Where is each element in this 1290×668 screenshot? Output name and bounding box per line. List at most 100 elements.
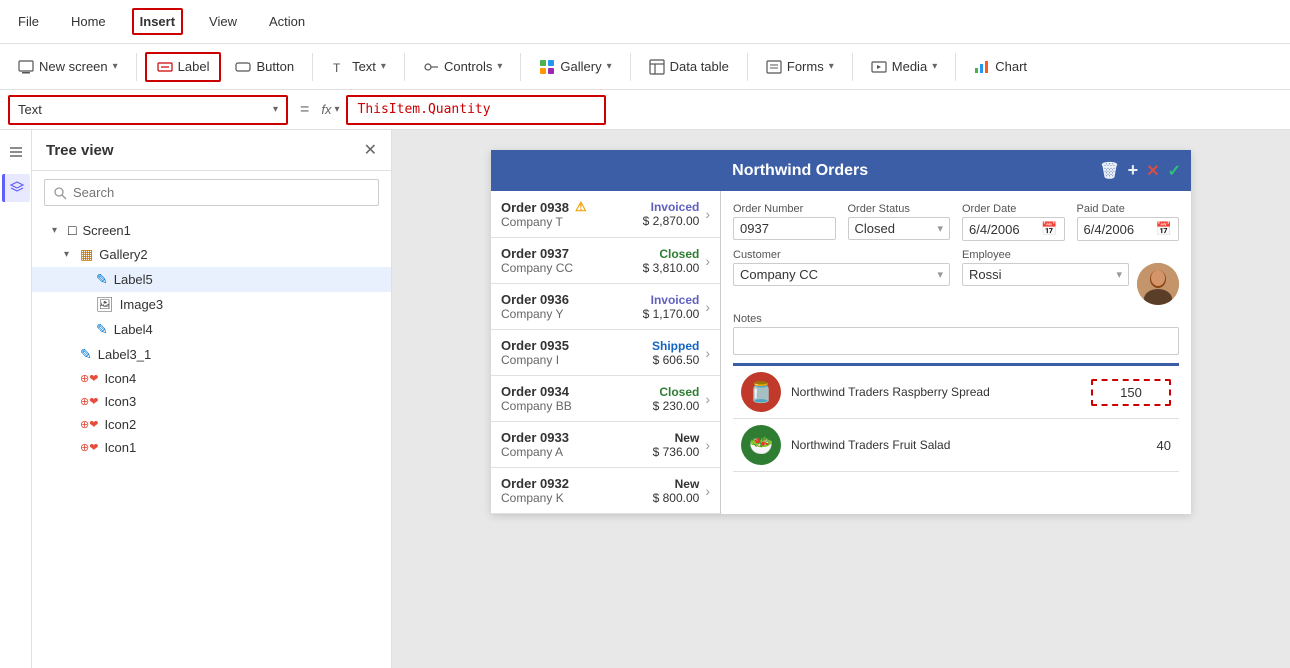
tree-item-label5[interactable]: ✎ Label5 (32, 267, 391, 292)
gallery-item-0937[interactable]: Order 0937 Company CC Closed $ 3,810.00 … (491, 238, 720, 284)
header-delete-icon[interactable]: 🗑 (1099, 161, 1119, 181)
menu-file[interactable]: File (12, 10, 45, 33)
menu-action[interactable]: Action (263, 10, 311, 33)
icon4-tree-icon: ⊕❤ (80, 372, 98, 385)
sub-gallery-name-0: Northwind Traders Raspberry Spread (791, 385, 1081, 399)
search-input[interactable] (73, 185, 370, 200)
formula-fx-chevron: ▾ (334, 104, 339, 115)
sub-gallery-qty-1: 40 (1131, 438, 1171, 453)
employee-field: Employee Rossi ▾ (962, 249, 1179, 305)
tree-item-icon4[interactable]: ⊕❤ Icon4 (32, 367, 391, 390)
menu-insert[interactable]: Insert (132, 8, 183, 35)
order-number-input[interactable]: 0937 (733, 217, 836, 240)
tree-item-image3[interactable]: 🖼 Image3 (32, 292, 391, 317)
paid-date-input[interactable]: 6/4/2006 📅 (1077, 217, 1180, 241)
menu-home[interactable]: Home (65, 10, 112, 33)
tree-toggle-screen1[interactable]: ▾ (52, 225, 64, 236)
customer-label: Customer (733, 249, 950, 261)
employee-dropdown[interactable]: Rossi ▾ (962, 263, 1129, 286)
paid-date-value: 6/4/2006 (1084, 222, 1135, 237)
order-number-label: Order Number (733, 203, 836, 215)
chart-icon (974, 59, 990, 75)
tree-label-label4: Label4 (114, 322, 153, 337)
sub-gallery-qty-0[interactable]: 150 (1091, 379, 1171, 406)
sidebar-icons (0, 130, 32, 668)
gallery-item-0936[interactable]: Order 0936 Company Y Invoiced $ 1,170.00… (491, 284, 720, 330)
app-body: Order 0938 ⚠ Company T Invoiced $ 2,870.… (491, 191, 1191, 514)
gallery-item-0934[interactable]: Order 0934 Company BB Closed $ 230.00 › (491, 376, 720, 422)
order-number-field: Order Number 0937 (733, 203, 836, 241)
gallery-item-0938[interactable]: Order 0938 ⚠ Company T Invoiced $ 2,870.… (491, 191, 720, 238)
gallery-button[interactable]: Gallery ▾ (529, 54, 621, 80)
sidebar-menu-icon[interactable] (2, 138, 30, 166)
header-close-icon[interactable]: ✕ (1146, 161, 1159, 181)
order-date-input[interactable]: 6/4/2006 📅 (962, 217, 1065, 241)
divider-7 (852, 53, 853, 81)
order-status-dropdown[interactable]: Closed ▾ (848, 217, 951, 240)
customer-value: Company CC (740, 267, 818, 282)
gallery-order-0938: Order 0938 ⚠ (501, 199, 643, 215)
gallery-item-0932[interactable]: Order 0932 Company K New $ 800.00 › (491, 468, 720, 514)
gallery-item-info-0938: Order 0938 ⚠ Company T (501, 199, 643, 229)
gallery-item-0933[interactable]: Order 0933 Company A New $ 736.00 › (491, 422, 720, 468)
gallery-icon (539, 59, 555, 75)
tree-close-button[interactable]: ✕ (364, 140, 377, 160)
tree-item-icon1[interactable]: ⊕❤ Icon1 (32, 436, 391, 459)
gallery-item-0935[interactable]: Order 0935 Company I Shipped $ 606.50 › (491, 330, 720, 376)
sidebar-layers-icon[interactable] (2, 174, 30, 202)
app-header: Northwind Orders 🗑 + ✕ ✓ (491, 150, 1191, 191)
tree-content: ▾ □ Screen1 ▾ ▦ Gallery2 ✎ Label5 (32, 214, 391, 668)
sub-gallery-row-1: 🥗 Northwind Traders Fruit Salad 40 (733, 419, 1179, 472)
media-icon (871, 59, 887, 75)
formula-name-box[interactable]: Text ▾ (8, 95, 288, 125)
data-table-button[interactable]: Data table (639, 54, 739, 80)
paid-date-calendar-icon: 📅 (1156, 221, 1172, 237)
formula-bar: Text ▾ = fx ▾ ThisItem.Quantity (0, 90, 1290, 130)
tree-panel: Tree view ✕ ▾ □ Screen1 ▾ ▦ Gallery2 (32, 130, 392, 668)
paid-date-field: Paid Date 6/4/2006 📅 (1077, 203, 1180, 241)
tree-item-label4[interactable]: ✎ Label4 (32, 317, 391, 342)
gallery-status-0938: Invoiced (643, 200, 700, 214)
detail-panel: Order Number 0937 Order Status Closed ▾ (721, 191, 1191, 514)
formula-name-chevron: ▾ (273, 104, 278, 115)
tree-label-label3-1: Label3_1 (98, 347, 152, 362)
tree-label-label5: Label5 (114, 272, 153, 287)
menu-bar: File Home Insert View Action (0, 0, 1290, 44)
customer-dropdown[interactable]: Company CC ▾ (733, 263, 950, 286)
button-button[interactable]: Button (225, 54, 304, 80)
tree-item-screen1[interactable]: ▾ □ Screen1 (32, 218, 391, 242)
notes-row: Notes (733, 313, 1179, 355)
formula-name-text: Text (18, 102, 273, 117)
detail-row-2: Customer Company CC ▾ Employee (733, 249, 1179, 305)
formula-fx-area: fx ▾ (321, 102, 339, 117)
tree-item-icon2[interactable]: ⊕❤ Icon2 (32, 413, 391, 436)
tree-item-label3-1[interactable]: ✎ Label3_1 (32, 342, 391, 367)
employee-avatar (1137, 263, 1179, 305)
main-layout: Tree view ✕ ▾ □ Screen1 ▾ ▦ Gallery2 (0, 130, 1290, 668)
tree-item-gallery2[interactable]: ▾ ▦ Gallery2 (32, 242, 391, 267)
order-status-label: Order Status (848, 203, 951, 215)
tree-search-box[interactable] (44, 179, 379, 206)
header-add-icon[interactable]: + (1128, 160, 1139, 181)
gallery-panel: Order 0938 ⚠ Company T Invoiced $ 2,870.… (491, 191, 721, 514)
notes-label: Notes (733, 313, 1179, 325)
new-screen-button[interactable]: New screen ▾ (8, 54, 128, 80)
formula-equals: = (300, 101, 309, 119)
text-button[interactable]: T Text ▾ (321, 54, 396, 80)
menu-view[interactable]: View (203, 10, 243, 33)
chart-button[interactable]: Chart (964, 54, 1037, 80)
employee-label: Employee (962, 249, 1179, 261)
header-confirm-icon[interactable]: ✓ (1168, 161, 1181, 181)
app-canvas: Northwind Orders 🗑 + ✕ ✓ Order 093 (491, 150, 1191, 514)
label-button[interactable]: Label (145, 52, 222, 82)
tree-label-image3: Image3 (120, 297, 163, 312)
media-button[interactable]: Media ▾ (861, 54, 947, 80)
forms-button[interactable]: Forms ▾ (756, 54, 844, 80)
icon1-tree-icon: ⊕❤ (80, 441, 98, 454)
tree-toggle-gallery2[interactable]: ▾ (64, 249, 76, 260)
notes-input[interactable] (733, 327, 1179, 355)
formula-input-box[interactable]: ThisItem.Quantity (346, 95, 606, 125)
controls-button[interactable]: Controls ▾ (413, 54, 512, 80)
employee-value: Rossi (969, 267, 1002, 282)
tree-item-icon3[interactable]: ⊕❤ Icon3 (32, 390, 391, 413)
